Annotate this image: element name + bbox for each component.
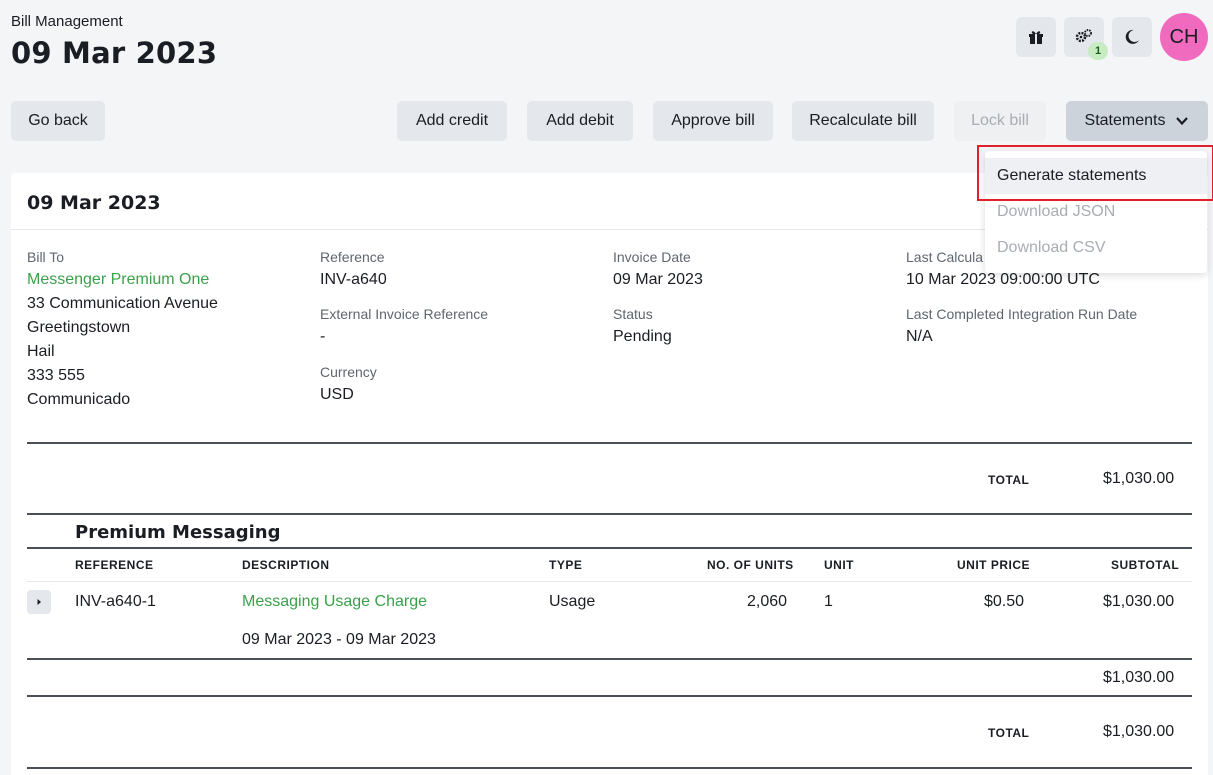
column-header: UNIT <box>824 558 854 572</box>
divider <box>27 767 1192 769</box>
last-calculated-value: 10 Mar 2023 09:00:00 UTC <box>906 271 1100 288</box>
last-integration-value: N/A <box>906 328 933 345</box>
divider <box>27 513 1192 515</box>
external-reference-label: External Invoice Reference <box>320 306 489 322</box>
notification-badge: 1 <box>1088 42 1108 60</box>
status-label: Status <box>613 306 653 322</box>
section-subtotal: $1,030.00 <box>1103 669 1175 686</box>
last-calculated-label: Last Calcula <box>906 249 984 265</box>
bill-to-label: Bill To <box>27 249 65 265</box>
row-unit: 1 <box>824 593 833 610</box>
total-label: TOTAL <box>988 473 1030 487</box>
moon-icon <box>1125 29 1139 44</box>
address-line: 333 555 <box>27 367 85 384</box>
theme-toggle-button[interactable] <box>1112 17 1152 57</box>
row-unit-price: $0.50 <box>984 593 1025 610</box>
last-integration-label: Last Completed Integration Run Date <box>906 306 1138 322</box>
currency-value: USD <box>320 386 354 403</box>
highlight-box <box>977 145 1213 201</box>
go-back-button[interactable]: Go back <box>11 101 105 141</box>
currency-label: Currency <box>320 364 377 380</box>
column-header: NO. OF UNITS <box>707 558 794 572</box>
total-value: $1,030.00 <box>1103 470 1175 487</box>
invoice-date-value: 09 Mar 2023 <box>613 271 703 288</box>
add-credit-button[interactable]: Add credit <box>397 101 507 141</box>
recalculate-bill-button[interactable]: Recalculate bill <box>792 101 934 141</box>
bill-card-title: 09 Mar 2023 <box>27 192 161 214</box>
expand-row-button[interactable] <box>27 590 51 614</box>
page-title: 09 Mar 2023 <box>11 36 218 70</box>
gift-icon <box>1029 31 1043 44</box>
divider <box>27 442 1192 444</box>
caret-right-icon <box>37 599 41 605</box>
column-header: REFERENCE <box>75 558 154 572</box>
external-reference-value: - <box>320 328 326 345</box>
address-line: Greetingstown <box>27 319 131 336</box>
gift-button[interactable] <box>1016 17 1056 57</box>
page-subtitle: Bill Management <box>11 13 123 30</box>
add-debit-button[interactable]: Add debit <box>527 101 633 141</box>
grand-total-value: $1,030.00 <box>1103 723 1175 740</box>
header-toolbar: 1 CH <box>1016 13 1208 61</box>
section-title: Premium Messaging <box>75 522 281 543</box>
reference-value: INV-a640 <box>320 271 387 288</box>
download-csv-menu-item[interactable]: Download CSV <box>985 230 1207 266</box>
settings-button[interactable]: 1 <box>1064 17 1108 60</box>
row-reference: INV-a640-1 <box>75 593 156 610</box>
status-value: Pending <box>613 328 672 345</box>
row-type: Usage <box>549 593 596 610</box>
row-description-link[interactable]: Messaging Usage Charge <box>242 593 427 611</box>
row-subtotal: $1,030.00 <box>1103 593 1175 610</box>
column-header: UNIT PRICE <box>957 558 1031 572</box>
lock-bill-button[interactable]: Lock bill <box>954 101 1046 141</box>
bill-to-name-link[interactable]: Messenger Premium One <box>27 271 209 289</box>
invoice-date-label: Invoice Date <box>613 249 691 265</box>
chevron-down-icon <box>1176 117 1189 126</box>
address-line: Communicado <box>27 391 131 408</box>
approve-bill-button[interactable]: Approve bill <box>653 101 773 141</box>
column-header: SUBTOTAL <box>1111 558 1180 572</box>
divider <box>27 658 1192 660</box>
address-line: 33 Communication Avenue <box>27 295 218 312</box>
row-units: 2,060 <box>747 593 788 610</box>
divider <box>27 547 1192 549</box>
statements-button[interactable]: Statements <box>1066 101 1208 141</box>
total-label: TOTAL <box>988 726 1030 740</box>
address-line: Hail <box>27 343 55 360</box>
column-header: DESCRIPTION <box>242 558 330 572</box>
row-period: 09 Mar 2023 - 09 Mar 2023 <box>242 631 436 648</box>
statements-label: Statements <box>1084 112 1166 129</box>
user-avatar[interactable]: CH <box>1160 13 1208 61</box>
divider <box>27 695 1192 697</box>
reference-label: Reference <box>320 249 385 265</box>
column-header: TYPE <box>549 558 583 572</box>
divider <box>27 581 1192 582</box>
